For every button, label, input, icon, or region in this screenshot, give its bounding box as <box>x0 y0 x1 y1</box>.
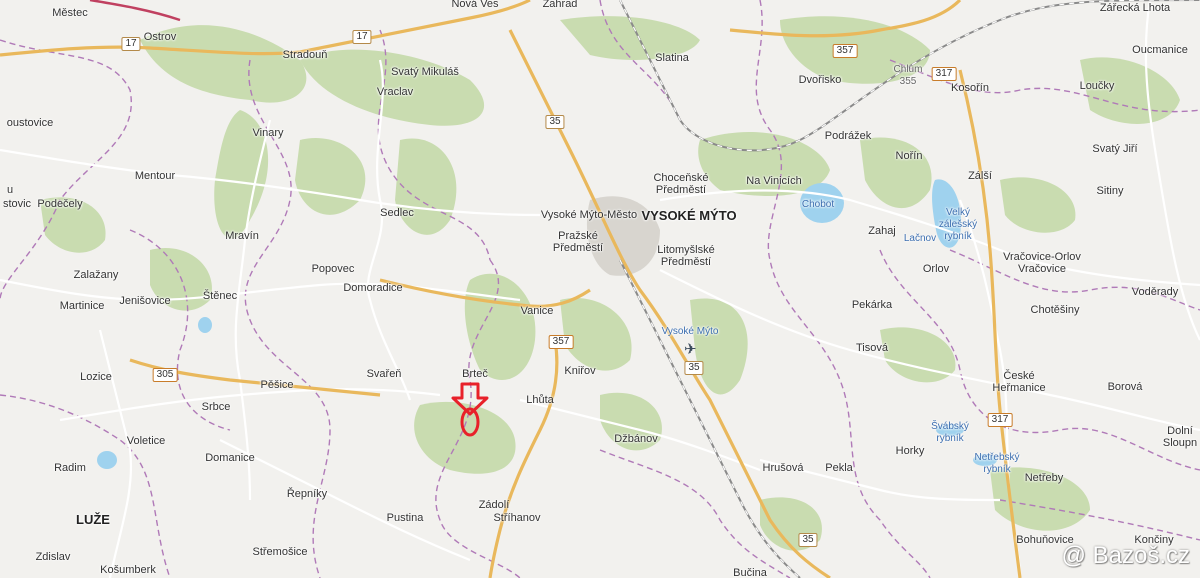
place-label-svaty-jiri: Svatý Jiří <box>1092 143 1138 155</box>
place-label-podrazek: Podrážek <box>824 130 872 142</box>
place-label-vanice: Vanice <box>520 305 554 317</box>
place-label-voletice: Voletice <box>126 435 166 447</box>
place-label-zalazany: Zalažany <box>73 269 119 281</box>
place-label-stovic: stovic <box>2 198 32 210</box>
water-label-netrebsky: Netřebský rybník <box>974 452 1020 475</box>
place-label-prazske: Pražské Předměstí <box>552 230 604 254</box>
place-label-vinary: Vinary <box>252 127 284 139</box>
place-label-zadoli: Zádolí <box>478 499 510 511</box>
place-label-strihanov: Stříhanov <box>493 512 541 524</box>
place-label-loucky: Loučky <box>1079 80 1115 92</box>
place-label-dzbanov: Džbánov <box>614 433 658 445</box>
place-label-pustina: Pustina <box>386 512 424 524</box>
place-label-vraclav: Vraclav <box>376 86 414 98</box>
place-label-vracovice: Vračovice-Orlov Vračovice <box>1003 251 1081 275</box>
watermark: @ Bazoš.cz <box>1061 542 1190 569</box>
location-pin-arrow-icon[interactable] <box>449 382 491 447</box>
road-number-r317a: 317 <box>931 67 957 81</box>
place-label-stremosice: Střemošice <box>252 546 308 558</box>
road-number-r35c: 35 <box>798 533 818 547</box>
place-label-svaty-mikulas: Svatý Mikuláš <box>391 66 459 78</box>
place-label-pekla: Pekla <box>825 462 853 474</box>
place-label-podecely: Podečely <box>37 198 83 210</box>
place-label-zdislav: Zdislav <box>35 551 71 563</box>
place-label-mestec: Městec <box>52 7 88 19</box>
place-label-hrusova: Hrušová <box>762 462 804 474</box>
place-label-sedlec: Sedlec <box>380 207 414 219</box>
place-label-dolni-sloupnice: Dolní Sloupn <box>1162 425 1198 449</box>
water-label-chobot: Chobot <box>801 199 835 210</box>
road-number-r357b: 357 <box>548 335 574 349</box>
place-label-bucina: Bučina <box>733 567 767 578</box>
water-label-lacnov: Lačnov <box>903 233 937 244</box>
place-label-brtec: Brteč <box>462 368 488 380</box>
place-label-nova-ves: Nová Ves <box>451 0 499 10</box>
place-label-luze: LUŽE <box>76 512 110 527</box>
water-label-svabsky: Švábský rybník <box>931 421 969 444</box>
place-label-vysoke-myto: VYSOKÉ MÝTO <box>641 208 737 223</box>
place-label-stradoun: Stradouň <box>282 49 328 61</box>
airport-icon: ✈ <box>684 341 697 358</box>
place-label-srbce: Srbce <box>201 401 231 413</box>
elevation-label-chlum: Chlum 355 <box>893 64 923 87</box>
place-label-popovec: Popovec <box>311 263 355 275</box>
place-label-zahrad: Zahrad <box>542 0 578 10</box>
place-label-repniky: Řepníky <box>286 488 328 500</box>
place-label-oustovice: oustovice <box>6 117 54 129</box>
place-label-mravin: Mravín <box>225 230 259 242</box>
place-label-voderady: Voděrady <box>1131 286 1179 298</box>
airport-label: Vysoké Mýto <box>661 326 719 337</box>
place-label-u: u <box>6 184 14 196</box>
road-number-r17b: 17 <box>352 30 372 44</box>
place-label-kosorin: Kosořín <box>951 82 989 94</box>
place-label-tisova: Tisová <box>856 342 888 354</box>
place-label-domanice: Domanice <box>205 452 255 464</box>
place-label-sitiny: Sitiny <box>1096 185 1124 197</box>
place-label-litomyslske: Litomyšlské Předměstí <box>657 244 715 268</box>
place-label-ostrov: Ostrov <box>143 31 177 43</box>
place-label-knirov: Kniřov <box>564 365 596 377</box>
place-label-luhta: Lhůta <box>526 394 554 406</box>
map-view[interactable]: Městec Ostrov Nová Ves Zahrad Zářecká Lhota S… <box>0 0 1200 578</box>
place-label-orlov: Orlov <box>922 263 950 275</box>
road-number-r35a: 35 <box>545 115 565 129</box>
place-label-dvorisko: Dvořisko <box>798 74 842 86</box>
road-number-r357a: 357 <box>832 44 858 58</box>
place-label-pekarka: Pekárka <box>851 299 893 311</box>
place-label-zahaj: Zahaj <box>868 225 896 237</box>
place-label-jenisovice: Jenišovice <box>119 295 171 307</box>
place-label-stenec: Štěnec <box>202 290 238 302</box>
place-label-vm-mesto: Vysoké Mýto-Město <box>540 209 638 221</box>
place-label-netreby: Netřeby <box>1024 472 1064 484</box>
road-number-r17a: 17 <box>121 37 141 51</box>
place-label-pesice: Pěšice <box>260 379 294 391</box>
place-label-slatina: Slatina <box>655 52 689 64</box>
place-label-martinice: Martinice <box>59 300 105 312</box>
road-number-r305: 305 <box>152 368 178 382</box>
place-label-oucmanice: Oucmanice <box>1132 44 1188 56</box>
water-label-velky-zalessky: Velký zálešský rybník <box>938 207 978 242</box>
place-label-kosumberk: Košumberk <box>100 564 156 576</box>
place-label-chocenske: Choceňské Předměstí <box>653 172 709 196</box>
place-label-chotesiny: Chotěšiny <box>1030 304 1080 316</box>
place-label-ceske-hermanice: České Heřmanice <box>992 370 1046 394</box>
place-label-zalsi: Zálší <box>968 170 992 182</box>
place-label-domoradice: Domoradice <box>343 282 403 294</box>
map-base-layer <box>0 0 1200 578</box>
place-label-na-vinicich: Na Vinicích <box>746 175 802 187</box>
road-number-r35b: 35 <box>684 361 704 375</box>
place-label-norin: Nořín <box>895 150 923 162</box>
road-number-r317b: 317 <box>987 413 1013 427</box>
place-label-horky: Horky <box>895 445 925 457</box>
place-label-borova: Borová <box>1107 381 1143 393</box>
place-label-radim: Radim <box>54 462 86 474</box>
place-label-mentour: Mentour <box>134 170 176 182</box>
place-label-lozice: Lozice <box>80 371 112 383</box>
place-label-zarecka: Zářecká Lhota <box>1099 2 1171 14</box>
place-label-svaren: Svařeň <box>366 368 402 380</box>
